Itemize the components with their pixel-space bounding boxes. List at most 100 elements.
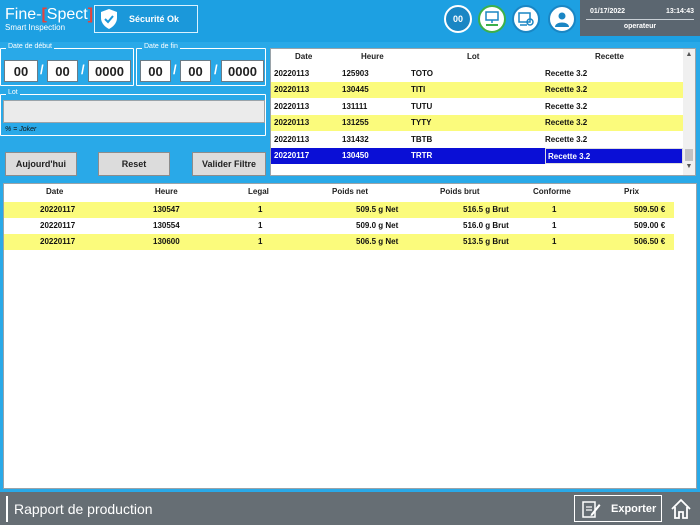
column-header-prix: Prix bbox=[624, 187, 640, 196]
cell-heure: 130547 bbox=[153, 205, 180, 214]
start-month-input[interactable]: 00 bbox=[47, 60, 78, 82]
report-settings-icon[interactable] bbox=[512, 5, 540, 33]
column-header-heure: Heure bbox=[155, 187, 178, 196]
table-row[interactable]: 20220117 130547 1 509.5 g Net 516.5 g Br… bbox=[4, 202, 674, 218]
end-year-input[interactable]: 0000 bbox=[221, 60, 264, 82]
top-bar: Fine-[Spect] Smart Inspection Sécurité O… bbox=[0, 0, 700, 42]
production-table-header: Date Heure Legal Poids net Poids brut Co… bbox=[4, 184, 674, 201]
joker-hint: % = Joker bbox=[5, 126, 37, 133]
cell-heure: 130450 bbox=[342, 151, 369, 160]
cell-conforme: 1 bbox=[552, 221, 557, 230]
cell-poids-brut: 516.0 g Brut bbox=[463, 221, 509, 230]
current-date: 01/17/2022 bbox=[590, 8, 626, 15]
cell-recette: Recette 3.2 bbox=[545, 148, 683, 164]
edit-document-icon bbox=[582, 500, 601, 518]
lot-input[interactable] bbox=[3, 100, 265, 123]
gear-screen-icon bbox=[518, 12, 534, 26]
column-header-conforme: Conforme bbox=[533, 187, 571, 196]
column-header-poids-brut: Poids brut bbox=[440, 187, 480, 196]
shield-check-icon bbox=[101, 9, 117, 29]
cell-conforme: 1 bbox=[552, 237, 557, 246]
lot-table-scrollbar[interactable]: ▲ ▼ bbox=[683, 49, 695, 175]
lot-table: Date Heure Lot Recette 20220113 125903 T… bbox=[270, 48, 696, 176]
column-header-heure: Heure bbox=[361, 52, 384, 61]
reset-button[interactable]: Reset bbox=[98, 152, 170, 176]
date-separator: / bbox=[214, 62, 218, 77]
cell-lot: TBTB bbox=[411, 135, 433, 144]
session-info: 01/17/2022 13:14:43 operateur bbox=[580, 0, 700, 36]
table-row-selected[interactable]: 20220117 130450 TRTR Recette 3.2 bbox=[271, 148, 683, 164]
scroll-up-icon[interactable]: ▲ bbox=[683, 51, 695, 63]
cell-poids-net: 509.5 g Net bbox=[356, 205, 399, 214]
cell-date: 20220113 bbox=[274, 69, 310, 78]
cell-heure: 131111 bbox=[342, 102, 368, 111]
date-separator: / bbox=[40, 62, 44, 77]
cell-prix: 506.50 € bbox=[634, 237, 666, 246]
table-row[interactable]: 20220113 131432 TBTB Recette 3.2 bbox=[271, 132, 683, 148]
table-row[interactable]: 20220117 130554 1 509.0 g Net 516.0 g Br… bbox=[4, 218, 674, 234]
export-label: Exporter bbox=[611, 502, 657, 515]
cell-legal: 1 bbox=[258, 237, 263, 246]
cell-recette: Recette 3.2 bbox=[545, 135, 588, 144]
user-icon[interactable] bbox=[548, 5, 576, 33]
export-button[interactable]: Exporter bbox=[574, 495, 662, 522]
production-table: Date Heure Legal Poids net Poids brut Co… bbox=[3, 183, 697, 489]
cell-heure: 125903 bbox=[342, 69, 369, 78]
table-row[interactable]: 20220113 125903 TOTO Recette 3.2 bbox=[271, 66, 683, 82]
date-separator: / bbox=[81, 62, 85, 77]
logo-text: Fine-[Spect] bbox=[5, 6, 94, 23]
cell-recette: Recette 3.2 bbox=[545, 85, 588, 94]
current-time: 13:14:43 bbox=[665, 8, 694, 15]
cell-poids-net: 509.0 g Net bbox=[356, 221, 399, 230]
user-name: operateur bbox=[623, 23, 657, 30]
column-header-recette: Recette bbox=[595, 52, 624, 61]
cell-poids-brut: 513.5 g Brut bbox=[463, 237, 509, 246]
column-header-date: Date bbox=[295, 52, 313, 61]
security-label: Sécurité Ok bbox=[129, 14, 180, 24]
table-row[interactable]: 20220117 130600 1 506.5 g Net 513.5 g Br… bbox=[4, 234, 674, 250]
network-icon[interactable] bbox=[478, 5, 506, 33]
divider bbox=[586, 19, 694, 20]
end-day-input[interactable]: 00 bbox=[140, 60, 171, 82]
cell-lot: TITI bbox=[411, 85, 426, 94]
scroll-thumb[interactable] bbox=[685, 149, 693, 161]
column-header-lot: Lot bbox=[467, 52, 480, 61]
bottom-bar: Rapport de production Exporter bbox=[0, 492, 700, 525]
cell-legal: 1 bbox=[258, 205, 263, 214]
cell-recette: Recette 3.2 bbox=[545, 102, 588, 111]
cell-lot: TRTR bbox=[411, 151, 433, 160]
date-separator: / bbox=[173, 62, 177, 77]
start-date-group: Date de début 00 / 00 / 0000 bbox=[0, 43, 134, 86]
column-header-poids-net: Poids net bbox=[332, 187, 369, 196]
cell-lot: TOTO bbox=[411, 69, 433, 78]
counter-icon-button[interactable]: 00 bbox=[444, 5, 472, 33]
cell-prix: 509.00 € bbox=[634, 221, 666, 230]
cell-legal: 1 bbox=[258, 221, 263, 230]
home-button[interactable] bbox=[668, 495, 694, 522]
cell-lot: TUTU bbox=[411, 102, 433, 111]
page-title: Rapport de production bbox=[6, 496, 153, 522]
start-day-input[interactable]: 00 bbox=[4, 60, 38, 82]
security-status[interactable]: Sécurité Ok bbox=[94, 5, 198, 33]
counter-value: 00 bbox=[452, 14, 463, 24]
cell-prix: 509.50 € bbox=[634, 205, 666, 214]
table-row[interactable]: 20220113 131255 TYTY Recette 3.2 bbox=[271, 115, 683, 131]
cell-lot: TYTY bbox=[411, 118, 432, 127]
today-button[interactable]: Aujourd'hui bbox=[5, 152, 77, 176]
start-year-input[interactable]: 0000 bbox=[88, 60, 131, 82]
lot-table-header: Date Heure Lot Recette bbox=[271, 49, 683, 65]
validate-filter-button[interactable]: Valider Filtre bbox=[192, 152, 266, 176]
cell-date: 20220113 bbox=[274, 118, 310, 127]
scroll-down-icon[interactable]: ▼ bbox=[683, 163, 695, 175]
cell-date: 20220117 bbox=[274, 151, 310, 160]
cell-heure: 130600 bbox=[153, 237, 180, 246]
cell-date: 20220113 bbox=[274, 102, 310, 111]
cell-poids-net: 506.5 g Net bbox=[356, 237, 399, 246]
end-month-input[interactable]: 00 bbox=[180, 60, 211, 82]
table-row[interactable]: 20220113 131111 TUTU Recette 3.2 bbox=[271, 99, 683, 115]
cell-date: 20220117 bbox=[40, 237, 76, 246]
table-row[interactable]: 20220113 130445 TITI Recette 3.2 bbox=[271, 82, 683, 98]
app-logo: Fine-[Spect] Smart Inspection bbox=[5, 6, 94, 33]
lot-legend: Lot bbox=[6, 89, 20, 96]
home-icon bbox=[671, 498, 691, 519]
